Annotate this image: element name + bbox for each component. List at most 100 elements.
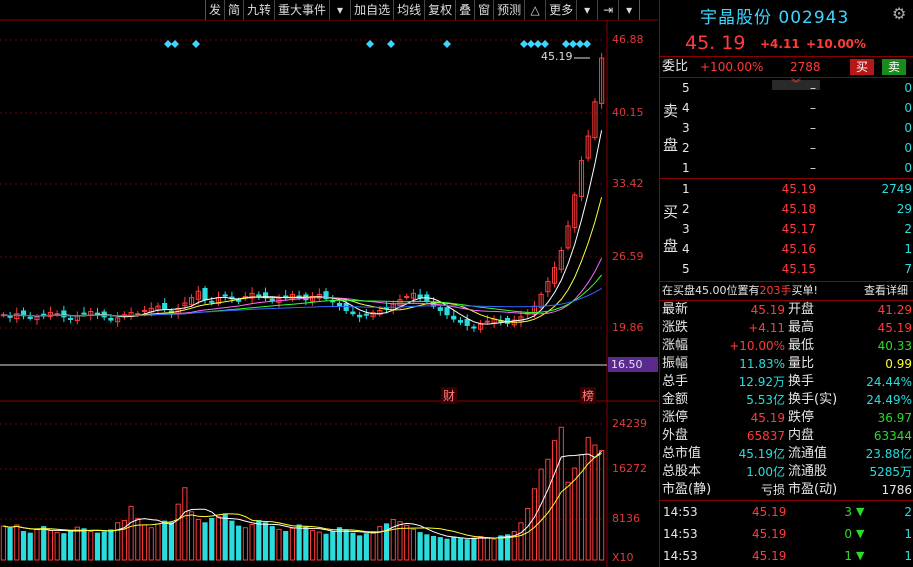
volume-bar <box>484 537 490 561</box>
volume-bar <box>182 487 188 561</box>
volume-bar <box>417 532 423 561</box>
stat-value: 24.44% <box>866 375 912 389</box>
buy-level-row[interactable]: 5 45.15 7 <box>660 259 913 279</box>
toolbar-jiuzhuan-button[interactable]: 九转 <box>243 0 274 20</box>
volume-axis-label: 24239 <box>612 417 647 430</box>
candle-body <box>471 326 477 329</box>
toolbar-fa-button[interactable]: 发 <box>205 0 224 20</box>
stat-label: 量比 <box>788 356 815 371</box>
volume-bar <box>585 436 591 561</box>
kline-chart-area[interactable]: 46.88 40.15 33.42 26.59 19.86 16.50 2423… <box>0 0 658 567</box>
volume-bar <box>27 532 33 561</box>
stat-label: 涨跌 <box>662 320 689 335</box>
toolbar-window-button[interactable]: 窗 <box>474 0 493 20</box>
volume-bar <box>115 522 121 561</box>
candle-body <box>81 312 87 315</box>
buy-level-price: 45.19 <box>781 182 816 196</box>
volume-bar <box>14 524 20 561</box>
sell-level-index: 5 <box>682 81 690 95</box>
quote-panel: 宇晶股份 002943 ⚙ 45. 19 +4.11 +10.00% 委比 +1… <box>659 0 913 567</box>
candle-body <box>417 294 423 299</box>
stat-value: 45.19 <box>750 303 785 317</box>
stat-label: 换手(实) <box>788 392 838 407</box>
sell-level-price: – <box>810 81 816 95</box>
candle-body <box>7 315 13 318</box>
finance-event-marker[interactable]: 财 <box>441 387 458 404</box>
stat-label: 总股本 <box>662 464 702 479</box>
quote-stat-row: 总手 12.92万 换手 24.44% <box>660 373 913 391</box>
volume-bar <box>262 522 269 561</box>
volume-bar <box>525 508 531 561</box>
menu-arrow-icon[interactable]: ▾ <box>618 0 641 20</box>
stat-value: 11.83% <box>739 357 785 371</box>
buy-level-row[interactable]: 1 45.19 2749 <box>660 179 913 199</box>
toolbar-jian-button[interactable]: 简 <box>224 0 243 20</box>
kline-chart-svg[interactable] <box>0 0 658 567</box>
sell-level-row[interactable]: 5 – 0 <box>660 78 913 98</box>
volume-bar <box>148 527 154 561</box>
event-diamond-icon <box>583 40 591 48</box>
notice-detail-link[interactable]: 查看详细 <box>864 282 908 300</box>
notice-text: 在买盘45.00位置有203手买单! <box>662 282 818 300</box>
buy-level-volume: 7 <box>904 262 912 276</box>
volume-bar <box>256 520 262 561</box>
volume-bar <box>491 538 497 561</box>
quick-sell-button[interactable]: 卖 <box>882 59 906 75</box>
dropdown-arrow-icon[interactable]: ▾ <box>329 0 350 20</box>
sell-level-row[interactable]: 4 – 0 <box>660 98 913 118</box>
candle-body <box>437 307 443 311</box>
volume-bar <box>289 527 296 561</box>
lock-icon[interactable]: △ <box>524 0 545 20</box>
buy-level-row[interactable]: 2 45.18 29 <box>660 199 913 219</box>
buy-level-index: 5 <box>682 262 690 276</box>
ranking-event-marker[interactable]: 榜 <box>580 387 597 404</box>
sell-level-row[interactable]: 3 – 0 <box>660 118 913 138</box>
toolbar-adjust-button[interactable]: 复权 <box>424 0 455 20</box>
stat-value: 5285万 <box>869 465 912 479</box>
large-order-notice: 在买盘45.00位置有203手买单! 查看详细 <box>660 281 913 301</box>
notice-qty: 203手 <box>759 284 792 297</box>
toolbar-major-events-button[interactable]: 重大事件 <box>274 0 329 20</box>
price-axis-label: 46.88 <box>612 33 644 46</box>
toolbar-forecast-button[interactable]: 预测 <box>493 0 524 20</box>
volume-axis-label: 16272 <box>612 462 647 475</box>
settings-gear-icon[interactable]: ⚙ <box>892 4 906 23</box>
buy-level-volume: 29 <box>896 202 912 216</box>
volume-bar <box>350 532 356 561</box>
sell-level-row[interactable]: 2 – 0 <box>660 138 913 158</box>
collapse-panel-icon[interactable]: ⇥ <box>597 0 618 20</box>
toolbar-ma-button[interactable]: 均线 <box>393 0 424 20</box>
quick-buy-button[interactable]: 买 <box>850 59 874 75</box>
event-diamond-icon <box>366 40 374 48</box>
buy-level-price: 45.15 <box>781 262 816 276</box>
event-diamond-icon <box>164 40 172 48</box>
stat-value: 41.29 <box>877 303 912 317</box>
sell-level-price: – <box>810 141 816 155</box>
toolbar-overlay-button[interactable]: 叠 <box>455 0 474 20</box>
tick-time: 14:53 <box>663 505 698 519</box>
candle-body <box>27 316 33 319</box>
volume-bar <box>531 488 538 561</box>
toolbar-more-button[interactable]: 更多 <box>545 0 576 20</box>
stat-value: 5.53亿 <box>746 393 785 407</box>
quote-stat-row: 总股本 1.00亿 流通股 5285万 <box>660 463 913 481</box>
volume-bar <box>444 538 450 561</box>
volume-bar <box>20 531 27 561</box>
volume-bar <box>357 535 363 561</box>
buy-level-row[interactable]: 4 45.16 1 <box>660 239 913 259</box>
dropdown-arrow-icon[interactable]: ▾ <box>576 0 597 20</box>
stat-label: 振幅 <box>662 356 689 371</box>
toolbar-add-favorite-button[interactable]: 加自选 <box>350 0 393 20</box>
event-diamond-icon <box>520 40 528 48</box>
buy-level-index: 2 <box>682 202 690 216</box>
buy-level-row[interactable]: 3 45.17 2 <box>660 219 913 239</box>
tick-price: 45.19 <box>752 549 787 563</box>
stat-label: 跌停 <box>788 410 815 425</box>
candle-body <box>464 319 470 326</box>
candle-body <box>283 295 289 298</box>
tick-count: 1 <box>904 527 912 541</box>
chart-toolbar: 发 简 九转 重大事件 ▾ 加自选 均线 复权 叠 窗 预测 △ 更多 ▾ ⇥ … <box>205 0 641 20</box>
candle-body <box>451 315 457 320</box>
sell-level-row[interactable]: 1 – 0 <box>660 158 913 178</box>
candle-body <box>504 317 511 324</box>
